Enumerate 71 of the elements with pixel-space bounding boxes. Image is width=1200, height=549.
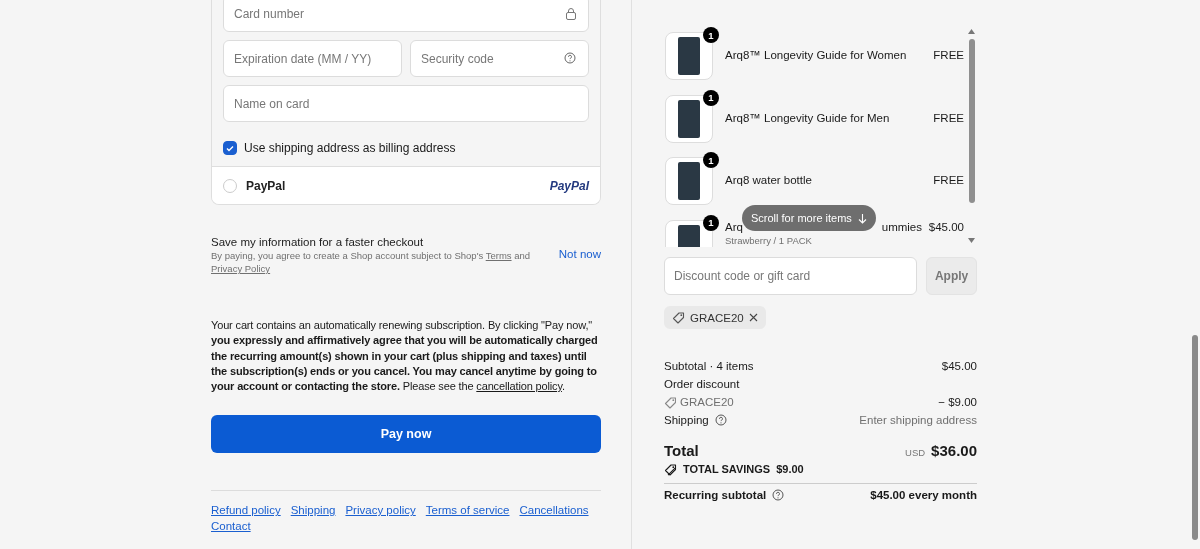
product-price: FREE <box>933 173 964 186</box>
currency-code: USD <box>905 447 926 458</box>
checkbox[interactable] <box>223 141 237 155</box>
not-now-link[interactable]: Not now <box>558 248 601 260</box>
product-price: FREE <box>933 110 964 124</box>
text-field[interactable]: Security code <box>410 40 589 77</box>
scroll-down-icon <box>968 238 975 243</box>
product-name: Arq8™ Longevity Guide for Women <box>725 49 908 61</box>
quantity-badge: 1 <box>703 214 719 231</box>
checkbox-label: Use shipping address as billing address <box>244 141 456 155</box>
inline-link[interactable]: cancellation policy <box>476 380 562 393</box>
tag-icon <box>672 311 685 324</box>
page-scrollbar-thumb[interactable] <box>1192 335 1198 540</box>
product-name: Arq8 water bottle <box>725 174 813 186</box>
payment-option-label: PayPal <box>246 178 287 193</box>
save-info-title: Save my information for a faster checkout <box>211 236 425 248</box>
total-label: Total <box>664 442 699 459</box>
inline-link[interactable]: Privacy Policy <box>211 263 271 274</box>
savings-label: TOTAL SAVINGS <box>683 463 771 475</box>
tags-icon <box>664 462 677 476</box>
footer-link[interactable]: Contact <box>211 520 251 533</box>
recurring-subtotal-value: $45.00 every month <box>870 489 977 501</box>
shipping-label: Shipping <box>664 414 709 426</box>
lock-icon <box>565 7 577 20</box>
quantity-badge: 1 <box>703 152 719 168</box>
footer-link[interactable]: Privacy policy <box>345 504 416 517</box>
shipping-value: Enter shipping address <box>859 414 977 426</box>
pay-now-button[interactable]: Pay now <box>211 415 601 454</box>
inline-link[interactable]: Terms <box>485 250 512 261</box>
product-name: ummies <box>881 220 922 233</box>
scroll-up-icon <box>968 29 975 34</box>
recurring-subtotal-label: Recurring subtotal <box>664 489 767 501</box>
quantity-badge: 1 <box>703 27 719 43</box>
total-value: $36.00 <box>931 442 977 459</box>
footer-link[interactable]: Shipping <box>290 504 336 517</box>
discount-code: GRACE20 <box>690 311 744 324</box>
help-icon <box>714 414 727 426</box>
photo-placeholder <box>665 157 713 205</box>
checkmark-icon <box>226 144 234 152</box>
quantity-badge: 1 <box>703 89 719 106</box>
order-discount-label: Order discount <box>664 378 740 390</box>
text-field[interactable]: Card number <box>223 0 589 32</box>
close-icon[interactable] <box>748 313 758 322</box>
product-price: $45.00 <box>928 219 964 233</box>
tag-icon <box>664 395 676 409</box>
product-variant: Strawberry / 1 PACK <box>725 234 813 246</box>
footer-link[interactable]: Terms of service <box>425 504 510 517</box>
photo-placeholder <box>665 94 713 143</box>
subtotal-value: $45.00 <box>941 360 977 372</box>
help-icon <box>564 52 577 65</box>
scroll-hint-label: Scroll for more items <box>751 212 852 224</box>
subtotal-label: Subtotal · 4 items <box>664 360 754 372</box>
text-field[interactable]: Expiration date (MM / YY) <box>223 40 402 77</box>
subscription-notice: Your cart contains an automatically renewing subscription. By clicking "Pay now," you expressly and affirmatively agree that you will be automatically charged the recurring amount(s) shown in your cart (plus shipping and taxes) until the subscription(s) ends or you cancel. You may cancel anytime by going to your account or contacting the store. Please see the cancellation policy. <box>211 318 599 395</box>
footer-link[interactable]: Cancellations <box>519 504 589 517</box>
consent-text: By paying, you agree to create a Shop account subject to Shop's Terms and Privacy Policy <box>211 249 532 275</box>
paypal-logo: PayPal <box>549 178 589 193</box>
discount-amount: − $9.00 <box>938 396 977 408</box>
help-icon <box>772 489 785 501</box>
product-name: Arq8™ Longevity Guide for Men <box>725 111 891 124</box>
scrollbar-thumb[interactable] <box>968 39 975 203</box>
scroll-hint[interactable]: Scroll for more items <box>742 205 876 231</box>
radio-button[interactable] <box>223 178 237 193</box>
footer-link[interactable]: Refund policy <box>211 504 281 517</box>
text-field[interactable]: Name on card <box>223 85 589 122</box>
arrow-down-icon <box>857 212 867 224</box>
discount-code: GRACE20 <box>680 396 734 408</box>
savings-value: $9.00 <box>776 463 804 475</box>
product-name: Arq <box>725 220 743 233</box>
photo-placeholder <box>665 32 713 80</box>
product-price: FREE <box>933 48 964 61</box>
